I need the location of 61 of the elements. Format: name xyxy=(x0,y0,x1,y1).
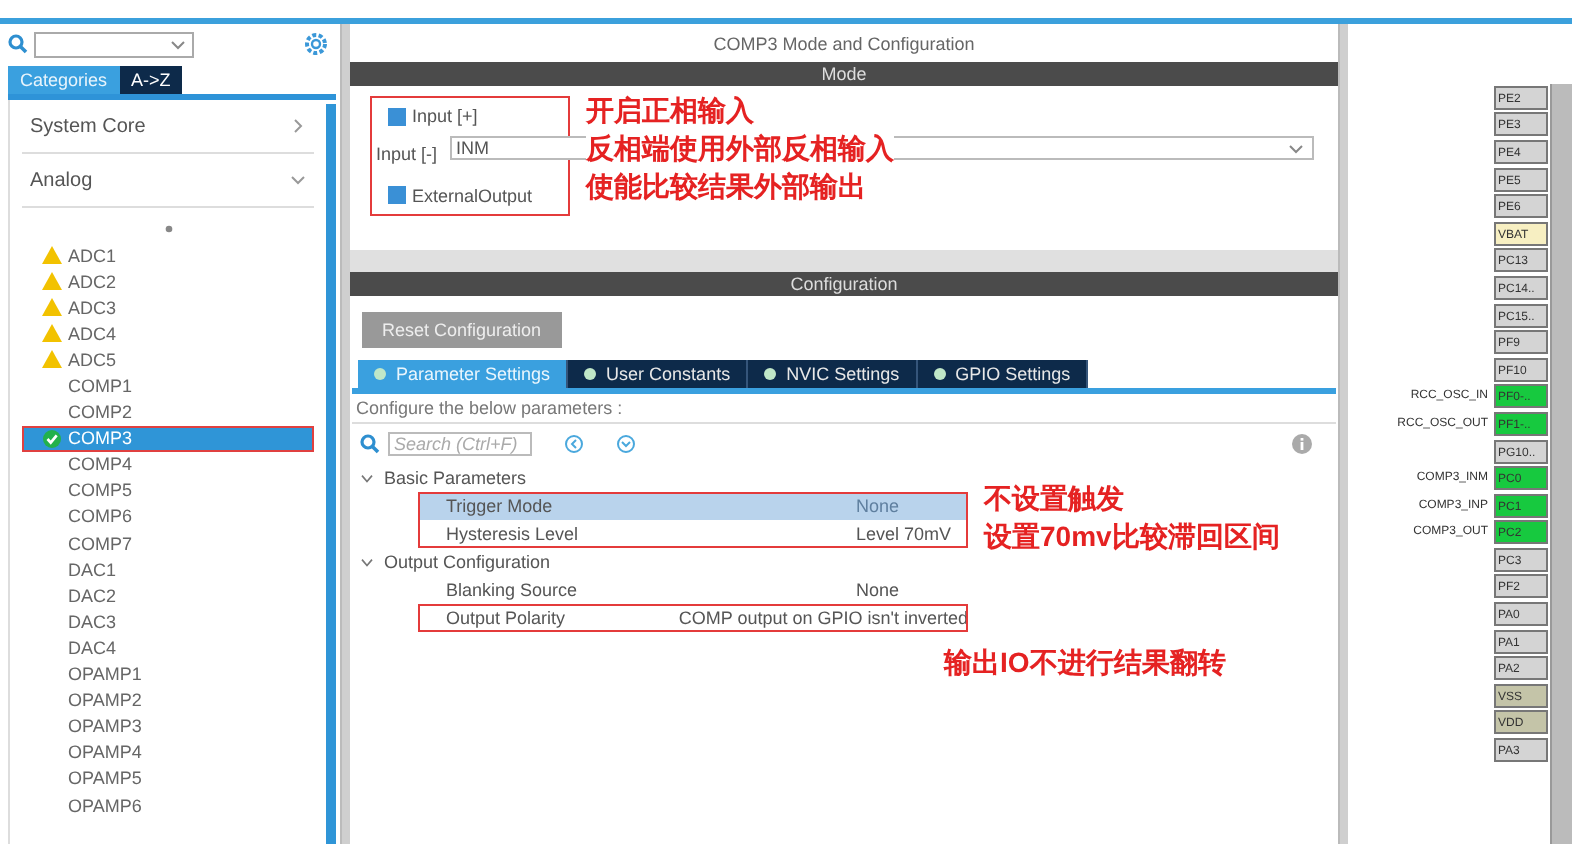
peripheral-item[interactable]: DAC2 xyxy=(22,582,314,609)
expand-icon[interactable] xyxy=(616,434,636,454)
annotation-text: 反相端使用外部反相输入 xyxy=(586,130,894,168)
category-header[interactable]: System Core xyxy=(22,100,314,154)
peripheral-item[interactable]: OPAMP6 xyxy=(22,791,314,819)
parameter-row[interactable]: Output Polarity COMP output on GPIO isn't inverted xyxy=(418,604,968,632)
scrollbar[interactable] xyxy=(326,104,336,844)
peripheral-item[interactable]: OPAMP5 xyxy=(22,765,314,792)
chevron-icon[interactable] xyxy=(360,473,374,483)
peripheral-item[interactable]: OPAMP3 xyxy=(22,713,314,740)
peripheral-item[interactable]: DAC1 xyxy=(22,556,314,583)
config-tab[interactable]: GPIO Settings xyxy=(917,360,1089,388)
peripheral-item[interactable]: DAC3 xyxy=(22,608,314,635)
search-icon xyxy=(8,34,28,54)
external-output-checkbox[interactable]: ExternalOutput xyxy=(388,185,568,206)
search-icon xyxy=(360,434,380,454)
hint-text: Configure the below parameters : xyxy=(352,394,1336,424)
field-label: Input [-] xyxy=(376,143,438,164)
annotation-text: 输出IO不进行结果翻转 xyxy=(944,644,1226,682)
parameter-row[interactable]: Hysteresis Level Level 70mV xyxy=(418,520,968,548)
peripheral-item[interactable]: COMP7 xyxy=(22,530,314,557)
peripheral-item[interactable]: ADC1 xyxy=(22,242,314,269)
parameter-row[interactable]: Trigger Mode None xyxy=(418,492,968,520)
settings-icon[interactable] xyxy=(304,32,328,56)
annotation-text: 不设置触发 xyxy=(984,480,1126,518)
peripheral-item[interactable]: COMP4 xyxy=(22,451,314,478)
section-header: Mode xyxy=(350,62,1338,86)
peripheral-item[interactable]: DAC4 xyxy=(22,634,314,661)
check-icon xyxy=(42,429,62,448)
search-combo[interactable] xyxy=(34,31,194,57)
section-header: Configuration xyxy=(350,272,1338,296)
chevron-icon xyxy=(290,118,306,134)
peripheral-item[interactable]: COMP5 xyxy=(22,477,314,504)
peripheral-item[interactable]: COMP2 xyxy=(22,399,314,426)
peripheral-item[interactable]: ADC5 xyxy=(22,346,314,373)
info-icon[interactable] xyxy=(1292,434,1312,454)
input-plus-checkbox[interactable]: Input [+] xyxy=(388,106,568,127)
peripheral-item[interactable]: COMP1 xyxy=(22,372,314,400)
config-tab[interactable]: NVIC Settings xyxy=(748,360,918,388)
caret-icon xyxy=(1288,143,1304,153)
category-header[interactable]: Analog xyxy=(22,154,314,208)
group-label: Basic Parameters xyxy=(384,468,527,488)
config-tab[interactable]: User Constants xyxy=(568,360,749,388)
peripheral-item[interactable]: OPAMP4 xyxy=(22,739,314,766)
peripheral-item[interactable]: ADC4 xyxy=(22,320,314,347)
peripheral-item[interactable]: OPAMP1 xyxy=(22,661,314,688)
parameter-row[interactable]: Blanking Source None xyxy=(352,576,1336,604)
chevron-icon[interactable] xyxy=(360,557,374,567)
peripheral-item[interactable]: ADC3 xyxy=(22,294,314,321)
annotation-text: 设置70mv比较滞回区间 xyxy=(984,518,1280,556)
collapse-icon[interactable] xyxy=(564,434,584,454)
scrollbar[interactable] xyxy=(1550,84,1572,844)
panel-title: COMP3 Mode and Configuration xyxy=(711,32,977,58)
peripheral-item[interactable]: ADC2 xyxy=(22,268,314,295)
group-label: Output Configuration xyxy=(384,552,551,572)
peripheral-item[interactable]: OPAMP2 xyxy=(22,687,314,714)
chevron-icon xyxy=(290,172,306,188)
peripheral-item[interactable]: COMP6 xyxy=(22,503,314,531)
caret-icon xyxy=(170,39,186,49)
search-field[interactable]: Search (Ctrl+F) xyxy=(388,432,532,456)
sidebar-tab[interactable]: A->Z xyxy=(119,66,183,94)
